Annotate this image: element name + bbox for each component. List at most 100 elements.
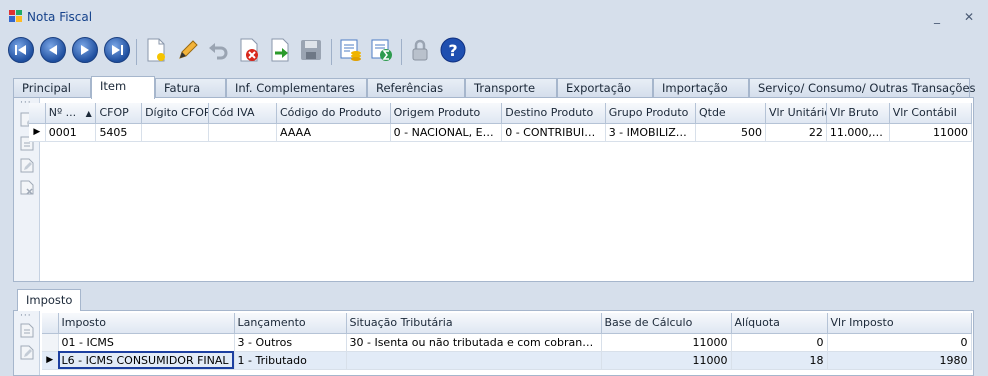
previous-record-button[interactable] [38, 35, 68, 65]
column-header-situacao-tributaria[interactable]: Situação Tributária [346, 313, 602, 334]
cell-origem-produto[interactable]: 0 - NACIONAL, EX... [390, 123, 503, 142]
row-indicator-header [29, 103, 46, 124]
minimize-button[interactable]: _ [930, 11, 944, 23]
column-header-qtde[interactable]: Qtde [695, 103, 766, 124]
new-document-icon [147, 38, 165, 62]
items-grid-header: Nº ... ▲ CFOP Dígito CFOP Cód IVA Código… [29, 103, 973, 124]
table-row[interactable]: ▶ L6 - ICMS CONSUMIDOR FINAL 1 - Tributa… [42, 351, 972, 370]
report-coins-icon [340, 39, 361, 61]
column-header-grupo-produto[interactable]: Grupo Produto [605, 103, 696, 124]
edit-button[interactable] [172, 35, 202, 65]
pencil-icon [179, 40, 198, 59]
delete-row-icon[interactable] [20, 180, 34, 195]
tab-transporte[interactable]: Transporte [465, 78, 557, 98]
cell-vlr-bruto[interactable]: 11.000,00 [826, 123, 890, 142]
tab-referencias[interactable]: Referências [367, 78, 465, 98]
close-button[interactable]: ✕ [962, 11, 976, 23]
title-bar: Nota Fiscal _ ✕ [0, 0, 988, 32]
next-record-button[interactable] [70, 35, 100, 65]
cell-vlr-unitario[interactable]: 22 [765, 123, 827, 142]
cell-vlr-contabil[interactable]: 11000 [889, 123, 973, 142]
imposto-grid-header: Imposto Lançamento Situação Tributária B… [42, 313, 972, 334]
cell-imposto[interactable]: 01 - ICMS [58, 333, 235, 352]
delete-document-icon [240, 38, 258, 62]
sort-ascending-icon: ▲ [85, 109, 92, 119]
column-header-vlr-unitario[interactable]: Vlr Unitário [765, 103, 827, 124]
cell-lancamento[interactable]: 1 - Tributado [234, 351, 347, 370]
undo-button[interactable] [203, 35, 233, 65]
report-sigma-icon [371, 39, 392, 61]
current-row-indicator-icon: ▶ [42, 351, 59, 370]
column-header-origem-produto[interactable]: Origem Produto [390, 103, 503, 124]
column-header-cod-iva[interactable]: Cód IVA [208, 103, 277, 124]
main-tabs: Principal Item Fatura Inf. Complementare… [13, 76, 976, 99]
cell-situacao-tributaria[interactable]: 30 - Isenta ou não tributada e com cobra… [346, 333, 602, 352]
toolbar-separator [331, 39, 332, 65]
export-report-button[interactable] [367, 35, 397, 65]
tab-principal[interactable]: Principal [13, 78, 91, 98]
new-button[interactable] [141, 35, 171, 65]
table-row[interactable]: 01 - ICMS 3 - Outros 30 - Isenta ou não … [42, 333, 972, 352]
cell-base-calculo[interactable]: 11000 [601, 351, 732, 370]
column-header-vlr-imposto[interactable]: Vlr Imposto [827, 313, 972, 334]
column-header-digito-cfop[interactable]: Dígito CFOP [141, 103, 210, 124]
cell-situacao-tributaria[interactable] [346, 351, 602, 370]
lock-button[interactable] [405, 35, 435, 65]
last-record-button[interactable] [102, 35, 132, 65]
imposto-grid: Imposto Lançamento Situação Tributária B… [42, 313, 972, 370]
delete-button[interactable] [234, 35, 264, 65]
tab-inf-complementares[interactable]: Inf. Complementares [226, 78, 367, 98]
current-row-indicator-icon: ▶ [29, 123, 46, 142]
tab-imposto[interactable]: Imposto [17, 289, 82, 311]
cell-qtde[interactable]: 500 [695, 123, 766, 142]
edit-row-icon[interactable] [20, 158, 34, 173]
report-button[interactable] [336, 35, 366, 65]
column-header-codigo-produto[interactable]: Código do Produto [276, 103, 391, 124]
column-header-base-calculo[interactable]: Base de Cálculo [601, 313, 732, 334]
cell-cod-iva[interactable] [208, 123, 277, 142]
table-row[interactable]: ▶ 0001 5405 AAAA 0 - NACIONAL, EX... 0 -… [29, 123, 973, 142]
tab-exportacao[interactable]: Exportação [557, 78, 653, 98]
insert-row-icon[interactable] [20, 323, 34, 338]
first-record-icon [8, 37, 34, 63]
imposto-side-toolbar: ··· [14, 311, 40, 375]
cell-aliquota[interactable]: 0 [731, 333, 828, 352]
cell-numero[interactable]: 0001 [45, 123, 97, 142]
help-button[interactable]: ? [438, 35, 468, 65]
cell-base-calculo[interactable]: 11000 [601, 333, 732, 352]
edit-row-icon[interactable] [20, 345, 34, 360]
column-header-imposto[interactable]: Imposto [58, 313, 235, 334]
cell-imposto[interactable]: L6 - ICMS CONSUMIDOR FINAL [58, 351, 235, 370]
cell-grupo-produto[interactable]: 3 - IMOBILIZADO [605, 123, 696, 142]
next-record-icon [72, 37, 98, 63]
column-header-vlr-bruto[interactable]: Vlr Bruto [826, 103, 890, 124]
cell-cfop[interactable]: 5405 [95, 123, 143, 142]
toolbar-separator [401, 39, 402, 65]
column-header-numero[interactable]: Nº ... ▲ [45, 103, 97, 124]
tab-item[interactable]: Item [91, 76, 155, 99]
toolbar: ? [6, 33, 986, 69]
column-header-cfop[interactable]: CFOP [95, 103, 143, 124]
cell-codigo-produto[interactable]: AAAA [276, 123, 391, 142]
column-header-lancamento[interactable]: Lançamento [234, 313, 347, 334]
cell-destino-produto[interactable]: 0 - CONTRIBUIN... [501, 123, 606, 142]
row-indicator-header [42, 313, 59, 334]
previous-record-icon [40, 37, 66, 63]
column-header-destino-produto[interactable]: Destino Produto [501, 103, 606, 124]
row-indicator [42, 333, 59, 352]
column-header-vlr-contabil[interactable]: Vlr Contábil [889, 103, 973, 124]
first-record-button[interactable] [6, 35, 36, 65]
tab-importacao[interactable]: Importação [653, 78, 749, 98]
cell-digito-cfop[interactable] [141, 123, 210, 142]
cell-aliquota[interactable]: 18 [731, 351, 828, 370]
cell-vlr-imposto[interactable]: 1980 [827, 351, 972, 370]
save-button[interactable] [296, 35, 326, 65]
tab-fatura[interactable]: Fatura [155, 78, 226, 98]
column-header-aliquota[interactable]: Alíquota [731, 313, 828, 334]
cell-lancamento[interactable]: 3 - Outros [234, 333, 347, 352]
window-title: Nota Fiscal [27, 10, 93, 24]
cell-vlr-imposto[interactable]: 0 [827, 333, 972, 352]
document-arrow-icon [271, 38, 289, 62]
tab-servico-consumo[interactable]: Serviço/ Consumo/ Outras Transações [749, 78, 976, 98]
refresh-button[interactable] [265, 35, 295, 65]
